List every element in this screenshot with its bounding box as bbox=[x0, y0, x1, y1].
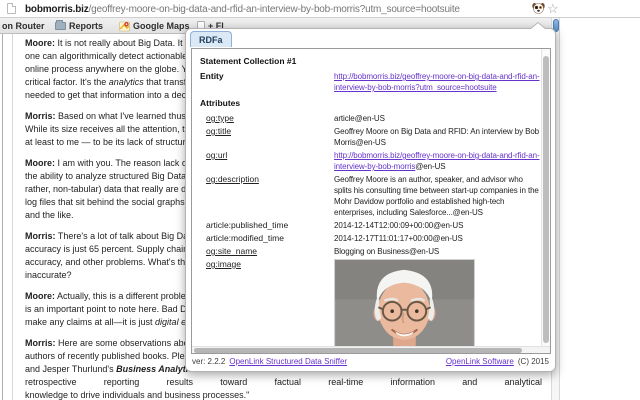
collection-title: Statement Collection #1 bbox=[200, 56, 541, 66]
copyright-label: (C) 2015 bbox=[518, 357, 549, 366]
attribute-name-link[interactable]: og:title bbox=[206, 126, 334, 148]
attribute-value: Blogging on Business@en-US bbox=[334, 246, 541, 257]
article-text-line: knowledge to drive individuals and busin… bbox=[25, 389, 542, 400]
attributes-list: og:typearticle@en-USog:titleGeoffrey Moo… bbox=[200, 113, 541, 346]
attribute-row: og:image @en-US bbox=[200, 259, 541, 346]
attribute-name-link[interactable]: og:type bbox=[206, 113, 334, 124]
bookmark-label: on Router bbox=[2, 21, 45, 31]
attribute-value: Geoffrey Moore is an author, speaker, an… bbox=[334, 174, 541, 218]
attribute-value: Geoffrey Moore on Big Data and RFID: An … bbox=[334, 126, 541, 148]
folder-icon bbox=[55, 22, 66, 30]
attribute-row: og:titleGeoffrey Moore on Big Data and R… bbox=[200, 126, 541, 148]
bookmark-star-icon[interactable]: ☆ bbox=[547, 0, 559, 17]
attribute-value-suffix: @en-US bbox=[415, 162, 445, 171]
url-path: /geoffrey-moore-on-big-data-and-rfid-an-… bbox=[89, 4, 460, 15]
attribute-name-link[interactable]: og:url bbox=[206, 150, 334, 172]
panel-horizontal-scrollbar-thumb[interactable] bbox=[194, 348, 522, 353]
attribute-value: 2014-12-14T12:00:09+00:00@en-US bbox=[334, 220, 541, 231]
attribute-name-link[interactable]: og:description bbox=[206, 174, 334, 218]
statement-panel-content: Statement Collection #1 Entity http://bo… bbox=[192, 49, 541, 346]
attribute-row: article:modified_time2014-12-17T11:01:17… bbox=[200, 233, 541, 244]
entity-label: Entity bbox=[200, 71, 334, 93]
panel-vertical-scrollbar-thumb[interactable] bbox=[543, 56, 549, 343]
attribute-name-link[interactable]: og:site_name bbox=[206, 246, 334, 257]
sniffer-link[interactable]: OpenLink Structured Data Sniffer bbox=[229, 357, 347, 366]
attribute-value: article@en-US bbox=[334, 113, 541, 124]
osds-extension-icon[interactable] bbox=[532, 2, 545, 15]
page-left-border bbox=[2, 34, 3, 400]
url-domain: bobmorris.biz bbox=[25, 4, 89, 15]
og-image-photo bbox=[334, 259, 475, 346]
openlink-software-link[interactable]: OpenLink Software bbox=[446, 357, 514, 366]
attribute-name-link[interactable]: og:image bbox=[206, 259, 334, 346]
google-maps-icon bbox=[119, 21, 130, 32]
entity-url-link[interactable]: http://bobmorris.biz/geoffrey-moore-on-b… bbox=[334, 71, 541, 93]
attribute-row: article:published_time2014-12-14T12:00:0… bbox=[200, 220, 541, 231]
article-text-line: retrospective reporting results toward f… bbox=[25, 376, 542, 389]
attribute-value: http://bobmorris.biz/geoffrey-moore-on-b… bbox=[334, 150, 541, 172]
content-column-border bbox=[12, 34, 13, 400]
entity-row: Entity http://bobmorris.biz/geoffrey-moo… bbox=[200, 71, 541, 93]
panel-horizontal-scrollbar[interactable] bbox=[192, 346, 550, 353]
attribute-row: og:typearticle@en-US bbox=[200, 113, 541, 124]
attribute-row: og:urlhttp://bobmorris.biz/geoffrey-moor… bbox=[200, 150, 541, 172]
attribute-value: @en-US bbox=[334, 259, 541, 346]
bookmark-item-reports[interactable]: Reports bbox=[55, 20, 103, 32]
panel-vertical-scrollbar[interactable] bbox=[541, 49, 550, 346]
osds-popup: RDFa Statement Collection #1 Entity http… bbox=[185, 28, 556, 372]
attribute-name-text: article:modified_time bbox=[206, 233, 334, 244]
attribute-value: 2014-12-17T11:01:17+00:00@en-US bbox=[334, 233, 541, 244]
version-label: ver: 2.2.2 bbox=[192, 357, 225, 366]
attribute-row: og:descriptionGeoffrey Moore is an autho… bbox=[200, 174, 541, 218]
url-bar[interactable]: bobmorris.biz/geoffrey-moore-on-big-data… bbox=[0, 0, 640, 18]
tab-rdfa[interactable]: RDFa bbox=[190, 31, 232, 47]
attribute-row: og:site_nameBlogging on Business@en-US bbox=[200, 246, 541, 257]
bookmark-item-google-maps[interactable]: Google Maps bbox=[119, 20, 190, 32]
attribute-name-text: article:published_time bbox=[206, 220, 334, 231]
attributes-label: Attributes bbox=[200, 98, 541, 108]
page-favicon-icon bbox=[7, 3, 16, 14]
browser-window: bobmorris.biz/geoffrey-moore-on-big-data… bbox=[0, 0, 640, 400]
popup-caret bbox=[531, 23, 545, 29]
url-text[interactable]: bobmorris.biz/geoffrey-moore-on-big-data… bbox=[25, 4, 460, 15]
bookmark-item-router[interactable]: on Router bbox=[2, 20, 45, 32]
popup-footer: ver: 2.2.2 OpenLink Structured Data Snif… bbox=[192, 355, 549, 367]
statement-panel: Statement Collection #1 Entity http://bo… bbox=[191, 48, 551, 354]
bookmark-label: Reports bbox=[69, 21, 103, 31]
bookmark-label: Google Maps bbox=[133, 21, 190, 31]
